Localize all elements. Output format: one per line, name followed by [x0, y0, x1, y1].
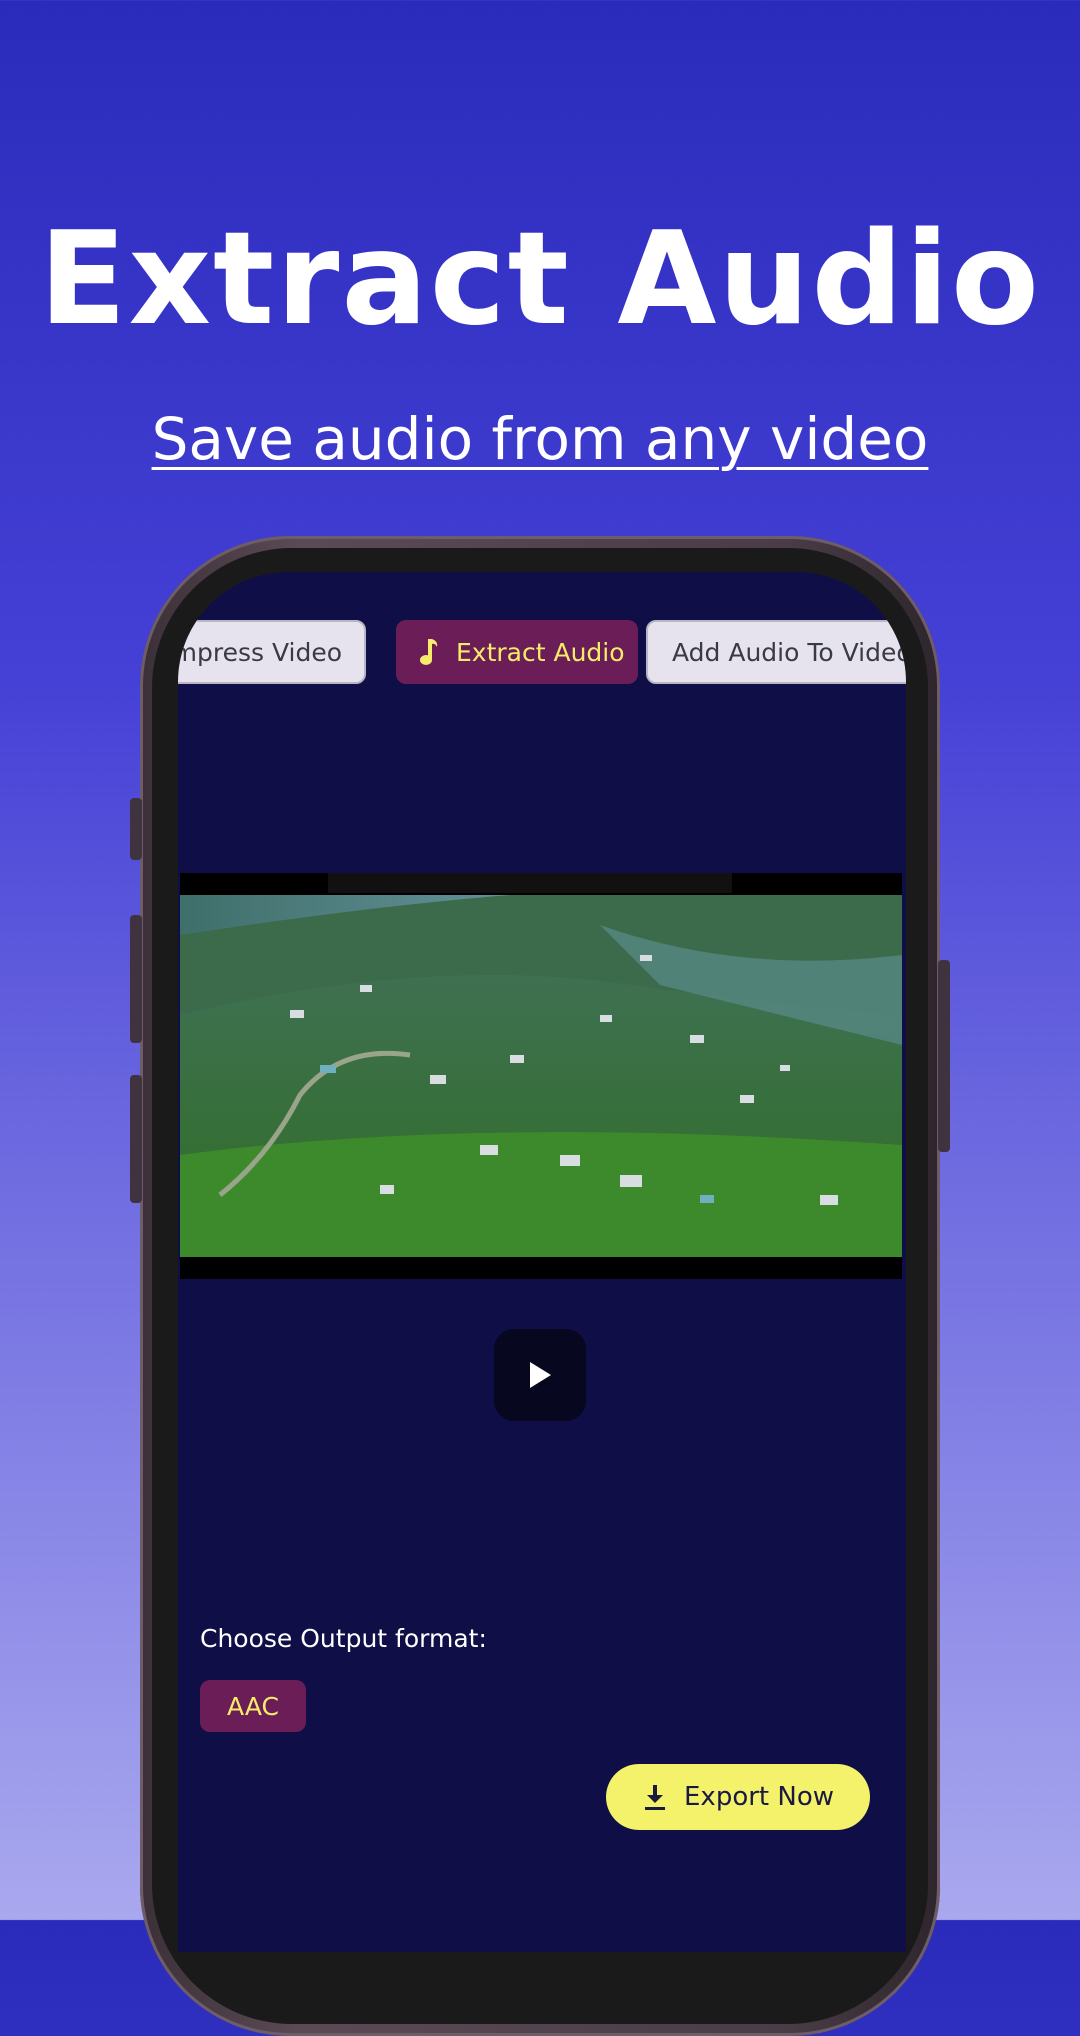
output-format-label: Choose Output format: [200, 1624, 487, 1653]
format-chip-aac[interactable]: AAC [200, 1680, 306, 1732]
tab-label: Compress Video [178, 637, 342, 667]
tab-compress-video[interactable]: Compress Video [178, 620, 366, 684]
play-button[interactable] [494, 1329, 586, 1421]
play-icon [530, 1362, 551, 1388]
promo-subheadline: Save audio from any video [151, 405, 929, 473]
tab-label: Add Audio To Video [672, 637, 906, 667]
phone-side-button [130, 798, 142, 860]
phone-side-button [938, 960, 950, 1152]
tab-extract-audio[interactable]: Extract Audio [396, 620, 638, 684]
app-screen: Compress Video Extract Audio Add Audio T… [178, 572, 906, 1952]
tab-label: Extract Audio [456, 637, 625, 667]
export-label: Export Now [684, 1782, 834, 1812]
phone-side-button [130, 1075, 142, 1203]
promo-headline: Extract Audio [39, 205, 1041, 354]
download-icon [645, 1785, 665, 1810]
export-now-button[interactable]: Export Now [606, 1764, 870, 1830]
format-chip-label: AAC [227, 1691, 279, 1721]
video-preview[interactable] [180, 873, 902, 1279]
tab-add-audio-to-video[interactable]: Add Audio To Video [646, 620, 906, 684]
music-note-icon [420, 639, 438, 665]
video-top-bar [328, 873, 732, 893]
phone-side-button [130, 915, 142, 1043]
video-frame-image [180, 895, 902, 1257]
